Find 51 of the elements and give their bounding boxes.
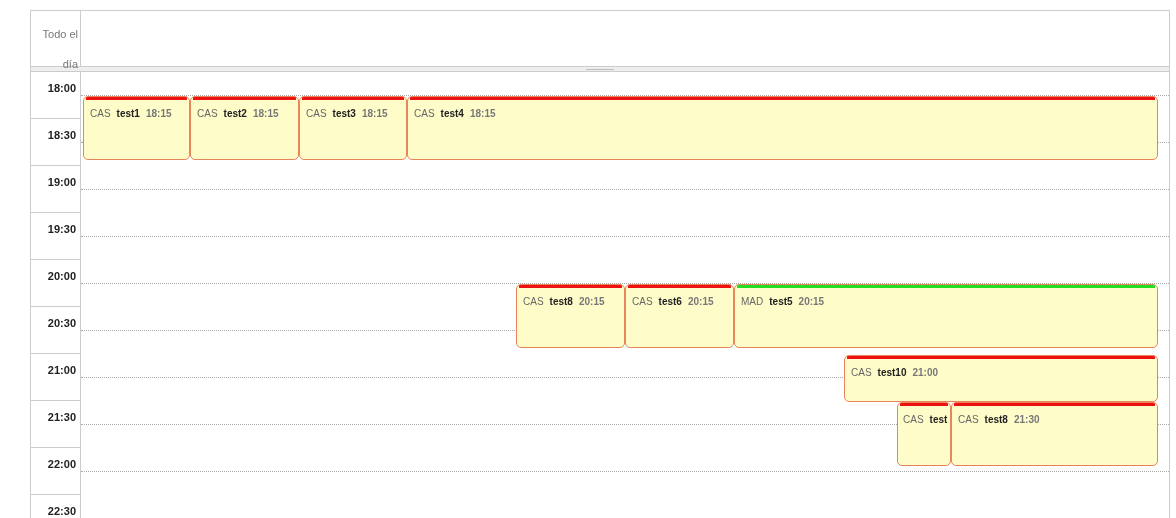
- event-time: 21:00: [912, 367, 939, 378]
- time-label: 19:30: [31, 213, 80, 260]
- calendar-event[interactable]: CAS test10 21:00: [844, 355, 1158, 402]
- event-time: 18:15: [252, 108, 279, 119]
- event-code: MAD: [741, 296, 764, 307]
- time-label: 21:30: [31, 401, 80, 448]
- event-time: 18:15: [469, 108, 496, 119]
- time-label: 20:30: [31, 307, 80, 354]
- event-code: CAS: [903, 414, 924, 425]
- event-time: 21:30: [1013, 414, 1040, 425]
- event-title: test3: [332, 108, 356, 119]
- event-title: test8: [549, 296, 573, 307]
- calendar-event[interactable]: CAS test8 21:30: [951, 402, 1158, 466]
- time-label: 19:00: [31, 166, 80, 213]
- resize-handle[interactable]: [586, 69, 614, 70]
- event-code: CAS: [632, 296, 653, 307]
- event-title: test1: [116, 108, 140, 119]
- event-time: 20:15: [798, 296, 825, 307]
- calendar-event[interactable]: CAS test2 18:15: [190, 96, 299, 160]
- event-title: test: [929, 414, 948, 425]
- calendar-event[interactable]: CAS test: [897, 402, 951, 466]
- event-code: CAS: [306, 108, 327, 119]
- calendar-event[interactable]: CAS test6 20:15: [625, 284, 734, 348]
- event-code: CAS: [851, 367, 872, 378]
- event-time: 18:15: [361, 108, 388, 119]
- calendar-event[interactable]: MAD test5 20:15: [734, 284, 1158, 348]
- event-code: CAS: [90, 108, 111, 119]
- time-label: 18:00: [31, 72, 80, 119]
- calendar-event[interactable]: CAS test8 20:15: [516, 284, 625, 348]
- event-code: CAS: [958, 414, 979, 425]
- event-time: 20:15: [687, 296, 714, 307]
- event-title: test8: [984, 414, 1008, 425]
- event-time: 20:15: [578, 296, 605, 307]
- calendar-event[interactable]: CAS test4 18:15: [407, 96, 1158, 160]
- event-code: CAS: [523, 296, 544, 307]
- time-label: 20:00: [31, 260, 80, 307]
- event-title: test2: [223, 108, 247, 119]
- time-label: 22:00: [31, 448, 80, 495]
- calendar-event[interactable]: CAS test1 18:15: [83, 96, 190, 160]
- event-title: test10: [877, 367, 907, 378]
- event-code: CAS: [414, 108, 435, 119]
- time-label: 22:30: [31, 495, 80, 518]
- event-time: 18:15: [145, 108, 172, 119]
- event-title: test5: [769, 296, 793, 307]
- event-title: test6: [658, 296, 682, 307]
- calendar-event[interactable]: CAS test3 18:15: [299, 96, 407, 160]
- time-label: 18:30: [31, 119, 80, 166]
- all-day-label: Todo el día: [31, 11, 81, 66]
- time-label: 21:00: [31, 354, 80, 401]
- event-code: CAS: [197, 108, 218, 119]
- event-title: test4: [440, 108, 464, 119]
